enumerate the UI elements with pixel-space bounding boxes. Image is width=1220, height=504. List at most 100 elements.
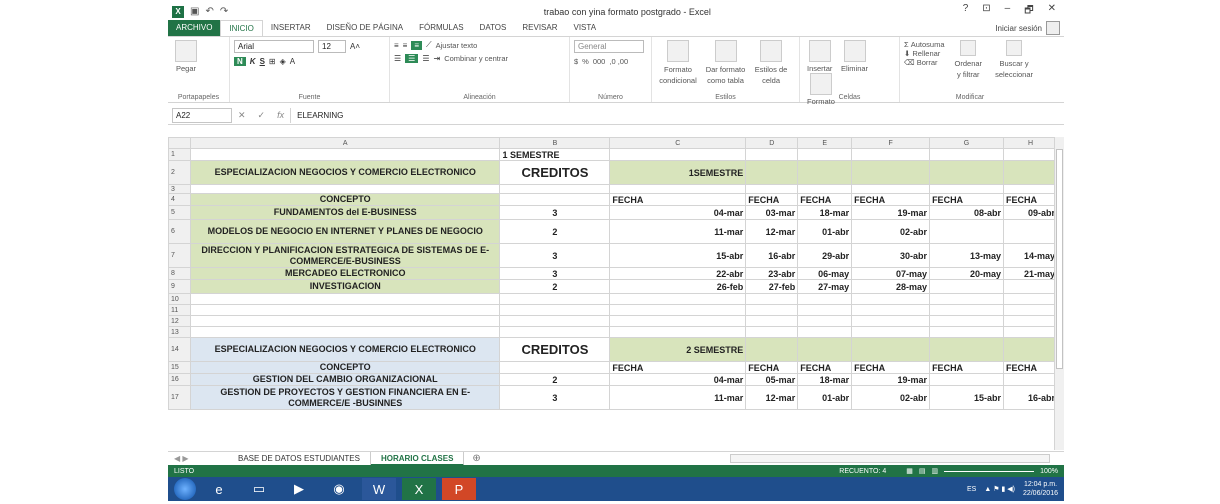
cell-b16[interactable]: 2 <box>499 373 611 386</box>
cell-g11[interactable] <box>929 304 1004 316</box>
cell-b8[interactable]: 3 <box>499 267 611 280</box>
tab-archivo[interactable]: ARCHIVO <box>168 20 221 36</box>
cell-f16[interactable]: 19-mar <box>851 373 931 386</box>
cell-g15[interactable]: FECHA <box>929 361 1004 374</box>
select-all-corner[interactable] <box>168 137 191 149</box>
tab-sheet-base-datos[interactable]: BASE DE DATOS ESTUDIANTES <box>228 451 371 466</box>
cell-b17[interactable]: 3 <box>499 385 611 410</box>
cell-g3[interactable] <box>929 184 1004 194</box>
cell-d13[interactable] <box>745 326 799 338</box>
cell-d9[interactable]: 27-feb <box>745 279 799 294</box>
cell-c8[interactable]: 22-abr <box>609 267 747 280</box>
align-bottom-icon[interactable]: ≡ <box>411 40 423 50</box>
sign-in-link[interactable]: Iniciar sesión <box>995 21 1064 35</box>
format-as-table-button[interactable]: Dar formato como tabla <box>706 40 746 86</box>
sort-filter-button[interactable]: Ordenar y filtrar <box>954 40 984 80</box>
row-header[interactable]: 4 <box>168 193 191 206</box>
cell-e7[interactable]: 29-abr <box>797 243 853 268</box>
cell-g1[interactable] <box>929 148 1004 161</box>
cell-a1[interactable] <box>189 148 501 161</box>
cell-d11[interactable] <box>745 304 799 316</box>
cell-a11[interactable] <box>189 304 501 316</box>
page-layout-icon[interactable]: ▤ <box>919 467 926 475</box>
cell-h14[interactable] <box>1002 337 1059 362</box>
row-header[interactable]: 14 <box>168 337 191 362</box>
cell-a10[interactable] <box>189 293 501 305</box>
cell-g2[interactable] <box>929 160 1004 185</box>
cell-styles-button[interactable]: Estilos de celda <box>754 40 788 86</box>
row-header[interactable]: 6 <box>168 219 191 244</box>
cell-c3[interactable] <box>609 184 747 194</box>
cell-c6[interactable]: 11-mar <box>609 219 747 244</box>
cell-f5[interactable]: 19-mar <box>851 205 931 220</box>
cell-e14[interactable] <box>797 337 853 362</box>
cell-a2[interactable]: ESPECIALIZACION NEGOCIOS Y COMERCIO ELEC… <box>189 160 501 185</box>
cell-h15[interactable]: FECHA <box>1002 361 1059 374</box>
add-sheet-icon[interactable]: ⊕ <box>464 453 488 464</box>
cell-h3[interactable] <box>1002 184 1059 194</box>
row-header[interactable]: 10 <box>168 293 191 305</box>
cell-b10[interactable] <box>499 293 611 305</box>
cell-d15[interactable]: FECHA <box>745 361 799 374</box>
cell-d4[interactable]: FECHA <box>745 193 799 206</box>
row-header[interactable]: 7 <box>168 243 191 268</box>
cell-e3[interactable] <box>797 184 853 194</box>
insert-function-icon[interactable]: fx <box>271 110 290 120</box>
cell-g13[interactable] <box>929 326 1004 338</box>
powerpoint-icon[interactable]: P <box>442 478 476 500</box>
find-select-button[interactable]: Buscar y seleccionar <box>995 40 1033 80</box>
cell-h16[interactable] <box>1002 373 1059 386</box>
word-icon[interactable]: W <box>362 478 396 500</box>
merge-center-button[interactable]: Combinar y centrar <box>444 54 508 63</box>
cell-a4[interactable]: CONCEPTO <box>189 193 501 206</box>
cell-g16[interactable] <box>929 373 1004 386</box>
cancel-icon[interactable]: ✕ <box>232 110 252 121</box>
insert-cells-button[interactable]: Insertar <box>807 40 832 73</box>
cell-b2[interactable]: CREDITOS <box>499 160 611 185</box>
cell-f4[interactable]: FECHA <box>851 193 931 206</box>
font-size-select[interactable]: 12 <box>318 40 346 53</box>
cell-a17[interactable]: GESTION DE PROYECTOS Y GESTION FINANCIER… <box>189 385 501 410</box>
cell-e2[interactable] <box>797 160 853 185</box>
cell-e9[interactable]: 27-may <box>797 279 853 294</box>
file-explorer-icon[interactable]: ▭ <box>242 478 276 500</box>
cell-f2[interactable] <box>851 160 931 185</box>
row-header[interactable]: 3 <box>168 184 191 194</box>
cell-e8[interactable]: 06-may <box>797 267 853 280</box>
cell-h11[interactable] <box>1002 304 1059 316</box>
formula-input[interactable]: ELEARNING <box>290 107 1064 123</box>
cell-f6[interactable]: 02-abr <box>851 219 931 244</box>
column-header-a[interactable]: A <box>189 137 501 149</box>
cell-d3[interactable] <box>745 184 799 194</box>
cell-e17[interactable]: 01-abr <box>797 385 853 410</box>
cell-g7[interactable]: 13-may <box>929 243 1004 268</box>
cell-b14[interactable]: CREDITOS <box>499 337 611 362</box>
vertical-scrollbar[interactable] <box>1054 137 1064 450</box>
cell-a13[interactable] <box>189 326 501 338</box>
clear-button[interactable]: ⌫ Borrar <box>904 58 945 67</box>
row-header[interactable]: 2 <box>168 160 191 185</box>
cell-h2[interactable] <box>1002 160 1059 185</box>
tab-inicio[interactable]: INICIO <box>220 20 263 36</box>
align-center-icon[interactable]: ☰ <box>405 54 419 63</box>
cell-c5[interactable]: 04-mar <box>609 205 747 220</box>
ribbon-display-button[interactable]: ⊡ <box>982 3 990 20</box>
tab-diseno-pagina[interactable]: DISEÑO DE PÁGINA <box>319 20 411 36</box>
cell-h7[interactable]: 14-may <box>1002 243 1059 268</box>
cell-c4[interactable]: FECHA <box>609 193 747 206</box>
cell-e4[interactable]: FECHA <box>797 193 853 206</box>
cell-f11[interactable] <box>851 304 931 316</box>
cell-b12[interactable] <box>499 315 611 327</box>
enter-icon[interactable]: ✓ <box>252 110 272 121</box>
cell-g12[interactable] <box>929 315 1004 327</box>
cell-f15[interactable]: FECHA <box>851 361 931 374</box>
cell-h1[interactable] <box>1002 148 1059 161</box>
percent-button[interactable]: % <box>582 57 589 66</box>
cell-a16[interactable]: GESTION DEL CAMBIO ORGANIZACIONAL <box>189 373 501 386</box>
cell-c17[interactable]: 11-mar <box>609 385 747 410</box>
cell-e13[interactable] <box>797 326 853 338</box>
row-header[interactable]: 1 <box>168 148 191 161</box>
zoom-level[interactable]: 100% <box>1040 468 1058 475</box>
cell-b15[interactable] <box>499 361 611 374</box>
cell-f10[interactable] <box>851 293 931 305</box>
